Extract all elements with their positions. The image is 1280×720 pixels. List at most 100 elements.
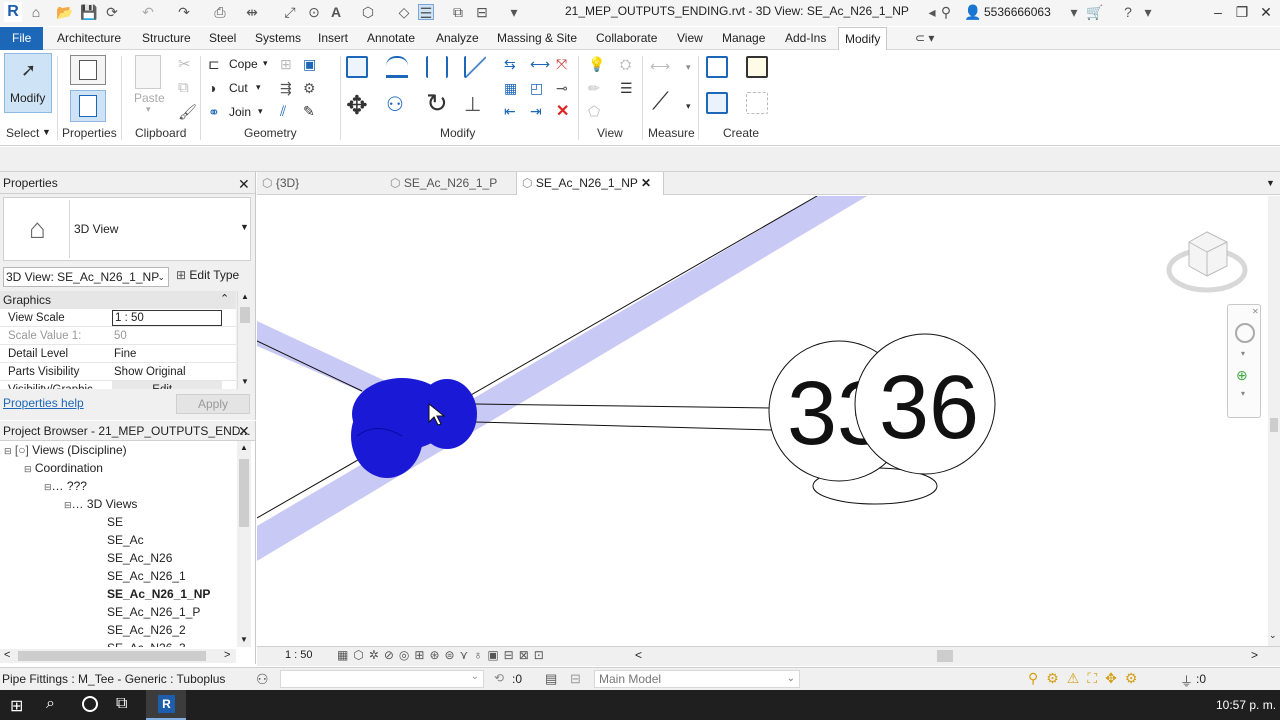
tree-node-view[interactable]: SE_Ac_N26 (107, 549, 172, 567)
cope-icon[interactable]: ⊏ (208, 56, 220, 73)
dimension-icon[interactable]: ⤢ (282, 4, 298, 20)
override-graphics-icon[interactable]: ⛭ (620, 56, 631, 73)
create-group-icon[interactable] (706, 92, 728, 114)
close-properties-icon[interactable]: ✕ (238, 176, 250, 193)
wall-joins-icon[interactable]: ⊞ (280, 56, 292, 73)
pick-icon[interactable]: ✎ (303, 103, 315, 120)
scroll-down-icon[interactable]: ▼ (241, 377, 249, 386)
measure-dropdown-icon[interactable]: ▾ (686, 62, 691, 73)
align-icon[interactable] (346, 56, 368, 78)
linework-icon[interactable]: ✏ (588, 80, 600, 97)
scale-icon[interactable]: ◰ (530, 80, 543, 97)
tab-architecture[interactable]: Architecture (51, 27, 127, 50)
text-icon[interactable]: A (328, 4, 344, 20)
canvas-vscroll[interactable]: ⌄ (1268, 196, 1280, 646)
pin-icon[interactable]: ⊸ (556, 80, 568, 97)
view-tab-active[interactable]: ⬡ SE_Ac_N26_1_NP ✕ (516, 172, 664, 195)
tree-node-coordination[interactable]: ⊟ Coordination (24, 459, 103, 477)
scroll-thumb[interactable] (240, 307, 250, 323)
tree-node-3d-views[interactable]: ⊟… 3D Views (64, 495, 137, 513)
maximize-icon[interactable]: ❐ (1232, 4, 1252, 20)
demolish-icon[interactable]: ▣ (303, 56, 316, 73)
match-properties-icon[interactable]: 🖌 (178, 103, 197, 121)
browser-hscroll[interactable]: < > (0, 649, 236, 663)
system-clock[interactable]: 10:57 p. m. (1216, 698, 1276, 712)
hscroll-thumb[interactable] (937, 650, 953, 662)
scroll-up-icon[interactable]: ▲ (240, 443, 248, 452)
trim-extend-icon[interactable]: ⊥ (464, 92, 481, 117)
view-tab-3d[interactable]: ⬡ {3D} (262, 172, 299, 195)
properties-help-link[interactable]: Properties help (3, 396, 84, 410)
tree-node-view[interactable]: SE_Ac_N26_3 (107, 639, 186, 647)
model-view[interactable]: 33 36 (257, 196, 1268, 646)
cart-icon[interactable]: 🛒 (1086, 4, 1103, 20)
graphics-section-header[interactable]: Graphics (0, 291, 236, 309)
tab-structure[interactable]: Structure (136, 27, 197, 50)
select-dropdown-icon[interactable]: ▼ (42, 127, 51, 137)
tab-collaborate[interactable]: Collaborate (590, 27, 663, 50)
home-icon[interactable]: ⌂ (28, 4, 44, 20)
delete-icon[interactable]: ✕ (556, 101, 569, 121)
scroll-up-icon[interactable]: ▲ (241, 292, 249, 301)
cut-geometry-icon[interactable]: ◑ (208, 80, 216, 96)
3d-view-icon[interactable]: ⬡ (360, 4, 376, 20)
split-gap-icon[interactable]: ⟷ (530, 56, 550, 73)
view-control-icons[interactable]: ▦⬡✲⊘◎⊞⊛⊜⋎♁▣⊟⊠⊡ (337, 648, 549, 662)
select-panel-label[interactable]: Select (6, 126, 39, 140)
paste-label[interactable]: Paste (134, 91, 165, 105)
view-tab-np[interactable]: ⬡ SE_Ac_N26_1_P (390, 172, 497, 195)
scroll-left-icon[interactable]: < (4, 649, 10, 661)
user-id[interactable]: 5536666063 (984, 5, 1051, 19)
offset-icon[interactable] (386, 56, 408, 78)
tree-node-view[interactable]: SE_Ac_N26_2 (107, 621, 186, 639)
tab-manage[interactable]: Manage (716, 27, 771, 50)
measure-between-icon[interactable]: ⟷ (650, 58, 670, 75)
type-properties-icon[interactable] (70, 55, 106, 85)
beam-column-join-icon[interactable]: ⫽ (280, 103, 286, 120)
edit-visibility-button[interactable]: Edit... (112, 381, 222, 389)
close-nav-icon[interactable]: ✕ (1252, 307, 1259, 316)
trim-single-icon[interactable]: ⇤ (504, 103, 516, 120)
zoom-region-icon[interactable]: ⊕ (1236, 367, 1248, 384)
user-icon[interactable]: 👤 (964, 4, 981, 20)
search-icon[interactable]: ⌕ (46, 695, 55, 713)
zoom-dropdown-icon[interactable]: ▾ (1241, 389, 1245, 398)
copy-icon[interactable]: ⧉ (178, 79, 189, 96)
mirror-draw-axis-icon[interactable] (464, 56, 486, 78)
editable-only-icon[interactable]: ⟲ (494, 671, 504, 685)
halftone-icon[interactable]: ☰ (620, 80, 633, 97)
type-dropdown-icon[interactable]: ▼ (240, 222, 249, 232)
task-view-icon[interactable]: ⧉ (116, 695, 127, 713)
trim-multiple-icon[interactable]: ⇥ (530, 103, 542, 120)
design-options-icon[interactable]: ▤ (545, 671, 557, 687)
help-dropdown-icon[interactable]: ▾ (1140, 4, 1156, 20)
windows-start-icon[interactable]: ⊞ (10, 696, 23, 716)
cut-scissors-icon[interactable]: ✂ (178, 55, 191, 73)
scroll-thumb[interactable] (1270, 418, 1278, 432)
thin-lines-icon[interactable]: ☰ (418, 4, 434, 21)
sync-icon[interactable]: ⟳ (104, 4, 120, 20)
design-option-select[interactable]: Main Model ⌄ (594, 670, 800, 688)
close-hidden-icon[interactable]: ⧉ (450, 4, 466, 20)
hide-lightbulb-icon[interactable]: 💡 (588, 56, 605, 73)
tee-fitting[interactable] (351, 378, 477, 478)
tree-node-view[interactable]: SE_Ac_N26_1 (107, 567, 186, 585)
edit-type-button[interactable]: ⊞ Edit Type (176, 268, 239, 282)
close-tab-icon[interactable]: ✕ (641, 176, 651, 190)
tab-add-ins[interactable]: Add-Ins (779, 27, 832, 50)
exclude-options-icon[interactable]: ⊟ (570, 671, 581, 687)
save-icon[interactable]: 💾 (80, 4, 97, 20)
tab-systems[interactable]: Systems (249, 27, 307, 50)
close-browser-icon[interactable]: ✕ (238, 423, 250, 440)
apply-button[interactable]: Apply (176, 394, 250, 414)
view-scale-input[interactable]: 1 : 50 (112, 310, 222, 326)
paint-icon[interactable]: ⚙ (303, 80, 316, 97)
cope-label[interactable]: Cope (229, 57, 258, 71)
user-dropdown-icon[interactable]: ▾ (1066, 4, 1082, 20)
tree-node-views[interactable]: ⊟ [○] Views (Discipline) (4, 441, 127, 459)
cope-dropdown-icon[interactable]: ▾ (263, 58, 268, 69)
view-scale-label[interactable]: 1 : 50 (285, 649, 313, 661)
wheel-dropdown-icon[interactable]: ▾ (1241, 349, 1245, 358)
collapse-section-icon[interactable]: ⌃ (220, 292, 229, 305)
tree-node-view[interactable]: SE_Ac (107, 531, 144, 549)
